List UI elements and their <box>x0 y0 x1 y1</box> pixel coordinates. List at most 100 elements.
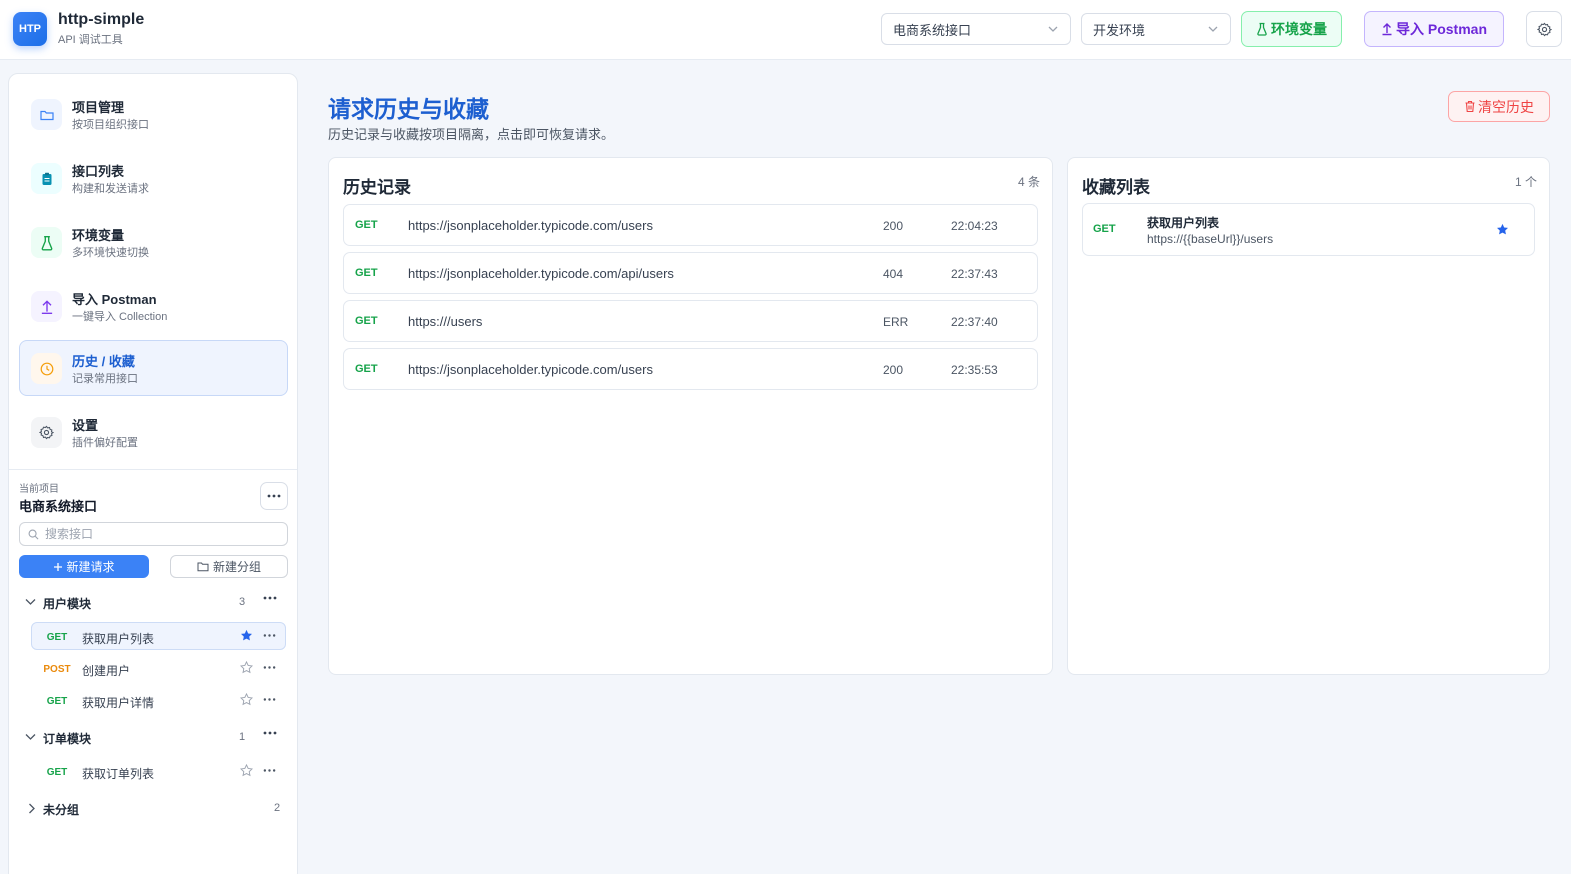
settings-button[interactable] <box>1526 11 1562 47</box>
method-badge: GET <box>355 363 378 375</box>
history-status: ERR <box>883 315 909 329</box>
nav-subtitle: 记录常用接口 <box>72 373 138 385</box>
history-status: 404 <box>883 267 904 281</box>
folder-icon <box>197 561 209 572</box>
history-row[interactable]: GET https://jsonplaceholder.typicode.com… <box>343 348 1038 390</box>
more-icon[interactable] <box>263 596 277 600</box>
sidebar: 项目管理 按项目组织接口 接口列表 构建和发送请求 环境变量 多环境快速切换 导… <box>8 73 298 874</box>
clipboard-icon <box>31 163 62 194</box>
method-badge: GET <box>46 632 68 643</box>
favorites-panel: 收藏列表 1 个 GET 获取用户列表 https://{{baseUrl}}/… <box>1067 157 1550 675</box>
page-subtitle: 历史记录与收藏按项目隔离，点击即可恢复请求。 <box>328 127 615 142</box>
more-icon[interactable] <box>263 764 276 777</box>
nav-title: 项目管理 <box>72 100 125 115</box>
app-name: http-simple <box>58 11 145 28</box>
favorites-count: 1 个 <box>1514 175 1537 189</box>
history-status: 200 <box>883 219 904 233</box>
nav-item-import[interactable]: 导入 Postman 一键导入 Collection <box>19 278 288 334</box>
chevron-right-icon <box>28 803 36 814</box>
flask-icon <box>1256 22 1268 36</box>
group-name: 未分组 <box>43 803 80 817</box>
history-row[interactable]: GET https://jsonplaceholder.typicode.com… <box>343 204 1038 246</box>
group-ungrouped[interactable]: 未分组 2 <box>19 796 289 822</box>
divider <box>9 469 297 470</box>
history-count: 4 条 <box>1017 175 1040 189</box>
history-url: https://jsonplaceholder.typicode.com/use… <box>408 362 653 377</box>
clear-history-label: 清空历史 <box>1478 98 1534 115</box>
history-time: 22:37:40 <box>951 315 998 329</box>
request-item[interactable]: POST 创建用户 <box>31 654 286 682</box>
star-outline-icon[interactable] <box>240 693 253 706</box>
request-item[interactable]: GET 获取用户列表 <box>31 622 286 650</box>
current-project-name: 电商系统接口 <box>19 499 98 514</box>
nav-item-env[interactable]: 环境变量 多环境快速切换 <box>19 214 288 270</box>
star-filled-icon[interactable] <box>240 629 253 642</box>
group-count: 3 <box>239 596 246 608</box>
new-group-button[interactable]: 新建分组 <box>170 555 288 578</box>
history-time: 22:04:23 <box>951 219 998 233</box>
more-icon[interactable] <box>263 629 276 642</box>
star-filled-icon[interactable] <box>1496 223 1509 236</box>
star-outline-icon[interactable] <box>240 764 253 777</box>
upload-icon <box>1381 22 1393 36</box>
request-name: 创建用户 <box>82 664 131 678</box>
chevron-down-icon <box>1207 23 1219 35</box>
gear-icon <box>31 417 62 448</box>
nav-item-requests[interactable]: 接口列表 构建和发送请求 <box>19 150 288 206</box>
nav-subtitle: 一键导入 Collection <box>72 311 168 323</box>
more-icon[interactable] <box>263 731 277 735</box>
request-name: 获取用户列表 <box>82 632 155 646</box>
project-select-value: 电商系统接口 <box>893 22 972 38</box>
history-url: https://jsonplaceholder.typicode.com/use… <box>408 218 653 233</box>
method-badge: GET <box>1093 223 1116 235</box>
request-item[interactable]: GET 获取订单列表 <box>31 757 286 785</box>
request-name: 获取订单列表 <box>82 767 155 781</box>
nav-title: 导入 Postman <box>72 292 157 307</box>
method-badge: GET <box>355 219 378 231</box>
import-postman-button[interactable]: 导入 Postman <box>1364 11 1504 47</box>
nav-item-history[interactable]: 历史 / 收藏 记录常用接口 <box>19 340 288 396</box>
search-box <box>19 522 288 546</box>
history-url: https:///users <box>408 314 483 329</box>
request-item[interactable]: GET 获取用户详情 <box>31 686 286 714</box>
group-order-module[interactable]: 订单模块 1 <box>19 725 289 751</box>
history-row[interactable]: GET https://jsonplaceholder.typicode.com… <box>343 252 1038 294</box>
nav-item-settings[interactable]: 设置 插件偏好配置 <box>19 404 288 460</box>
group-name: 订单模块 <box>43 732 92 746</box>
current-project-label: 当前项目 <box>19 484 59 495</box>
history-row[interactable]: GET https:///users ERR 22:37:40 <box>343 300 1038 342</box>
nav-title: 接口列表 <box>72 164 125 179</box>
nav-item-projects[interactable]: 项目管理 按项目组织接口 <box>19 86 288 142</box>
favorite-row[interactable]: GET 获取用户列表 https://{{baseUrl}}/users <box>1082 203 1535 256</box>
nav-title: 设置 <box>72 418 99 433</box>
env-vars-label: 环境变量 <box>1271 21 1327 37</box>
method-badge: POST <box>43 664 71 675</box>
clear-history-button[interactable]: 清空历史 <box>1448 91 1550 122</box>
env-select[interactable]: 开发环境 <box>1081 13 1231 45</box>
chevron-down-icon <box>1047 23 1059 35</box>
method-badge: GET <box>355 315 378 327</box>
more-icon[interactable] <box>263 693 276 706</box>
chevron-down-icon <box>25 733 36 741</box>
flask-icon <box>31 227 62 258</box>
env-vars-button[interactable]: 环境变量 <box>1241 11 1342 47</box>
star-outline-icon[interactable] <box>240 661 253 674</box>
method-badge: GET <box>46 767 68 778</box>
method-badge: GET <box>46 696 68 707</box>
search-input[interactable] <box>45 527 265 541</box>
favorite-url: https://{{baseUrl}}/users <box>1147 232 1274 246</box>
group-user-module[interactable]: 用户模块 3 <box>19 590 289 616</box>
new-group-label: 新建分组 <box>212 560 261 574</box>
app-logo: HTP <box>13 12 47 46</box>
group-count: 1 <box>239 731 246 743</box>
request-name: 获取用户详情 <box>82 696 155 710</box>
clock-icon <box>31 353 62 384</box>
plus-icon <box>53 562 63 572</box>
nav-subtitle: 插件偏好配置 <box>72 437 138 449</box>
new-request-button[interactable]: 新建请求 <box>19 555 149 578</box>
more-icon[interactable] <box>263 661 276 674</box>
gear-icon <box>1536 22 1552 37</box>
project-more-button[interactable] <box>260 482 288 510</box>
group-count: 2 <box>274 802 281 814</box>
project-select[interactable]: 电商系统接口 <box>881 13 1071 45</box>
